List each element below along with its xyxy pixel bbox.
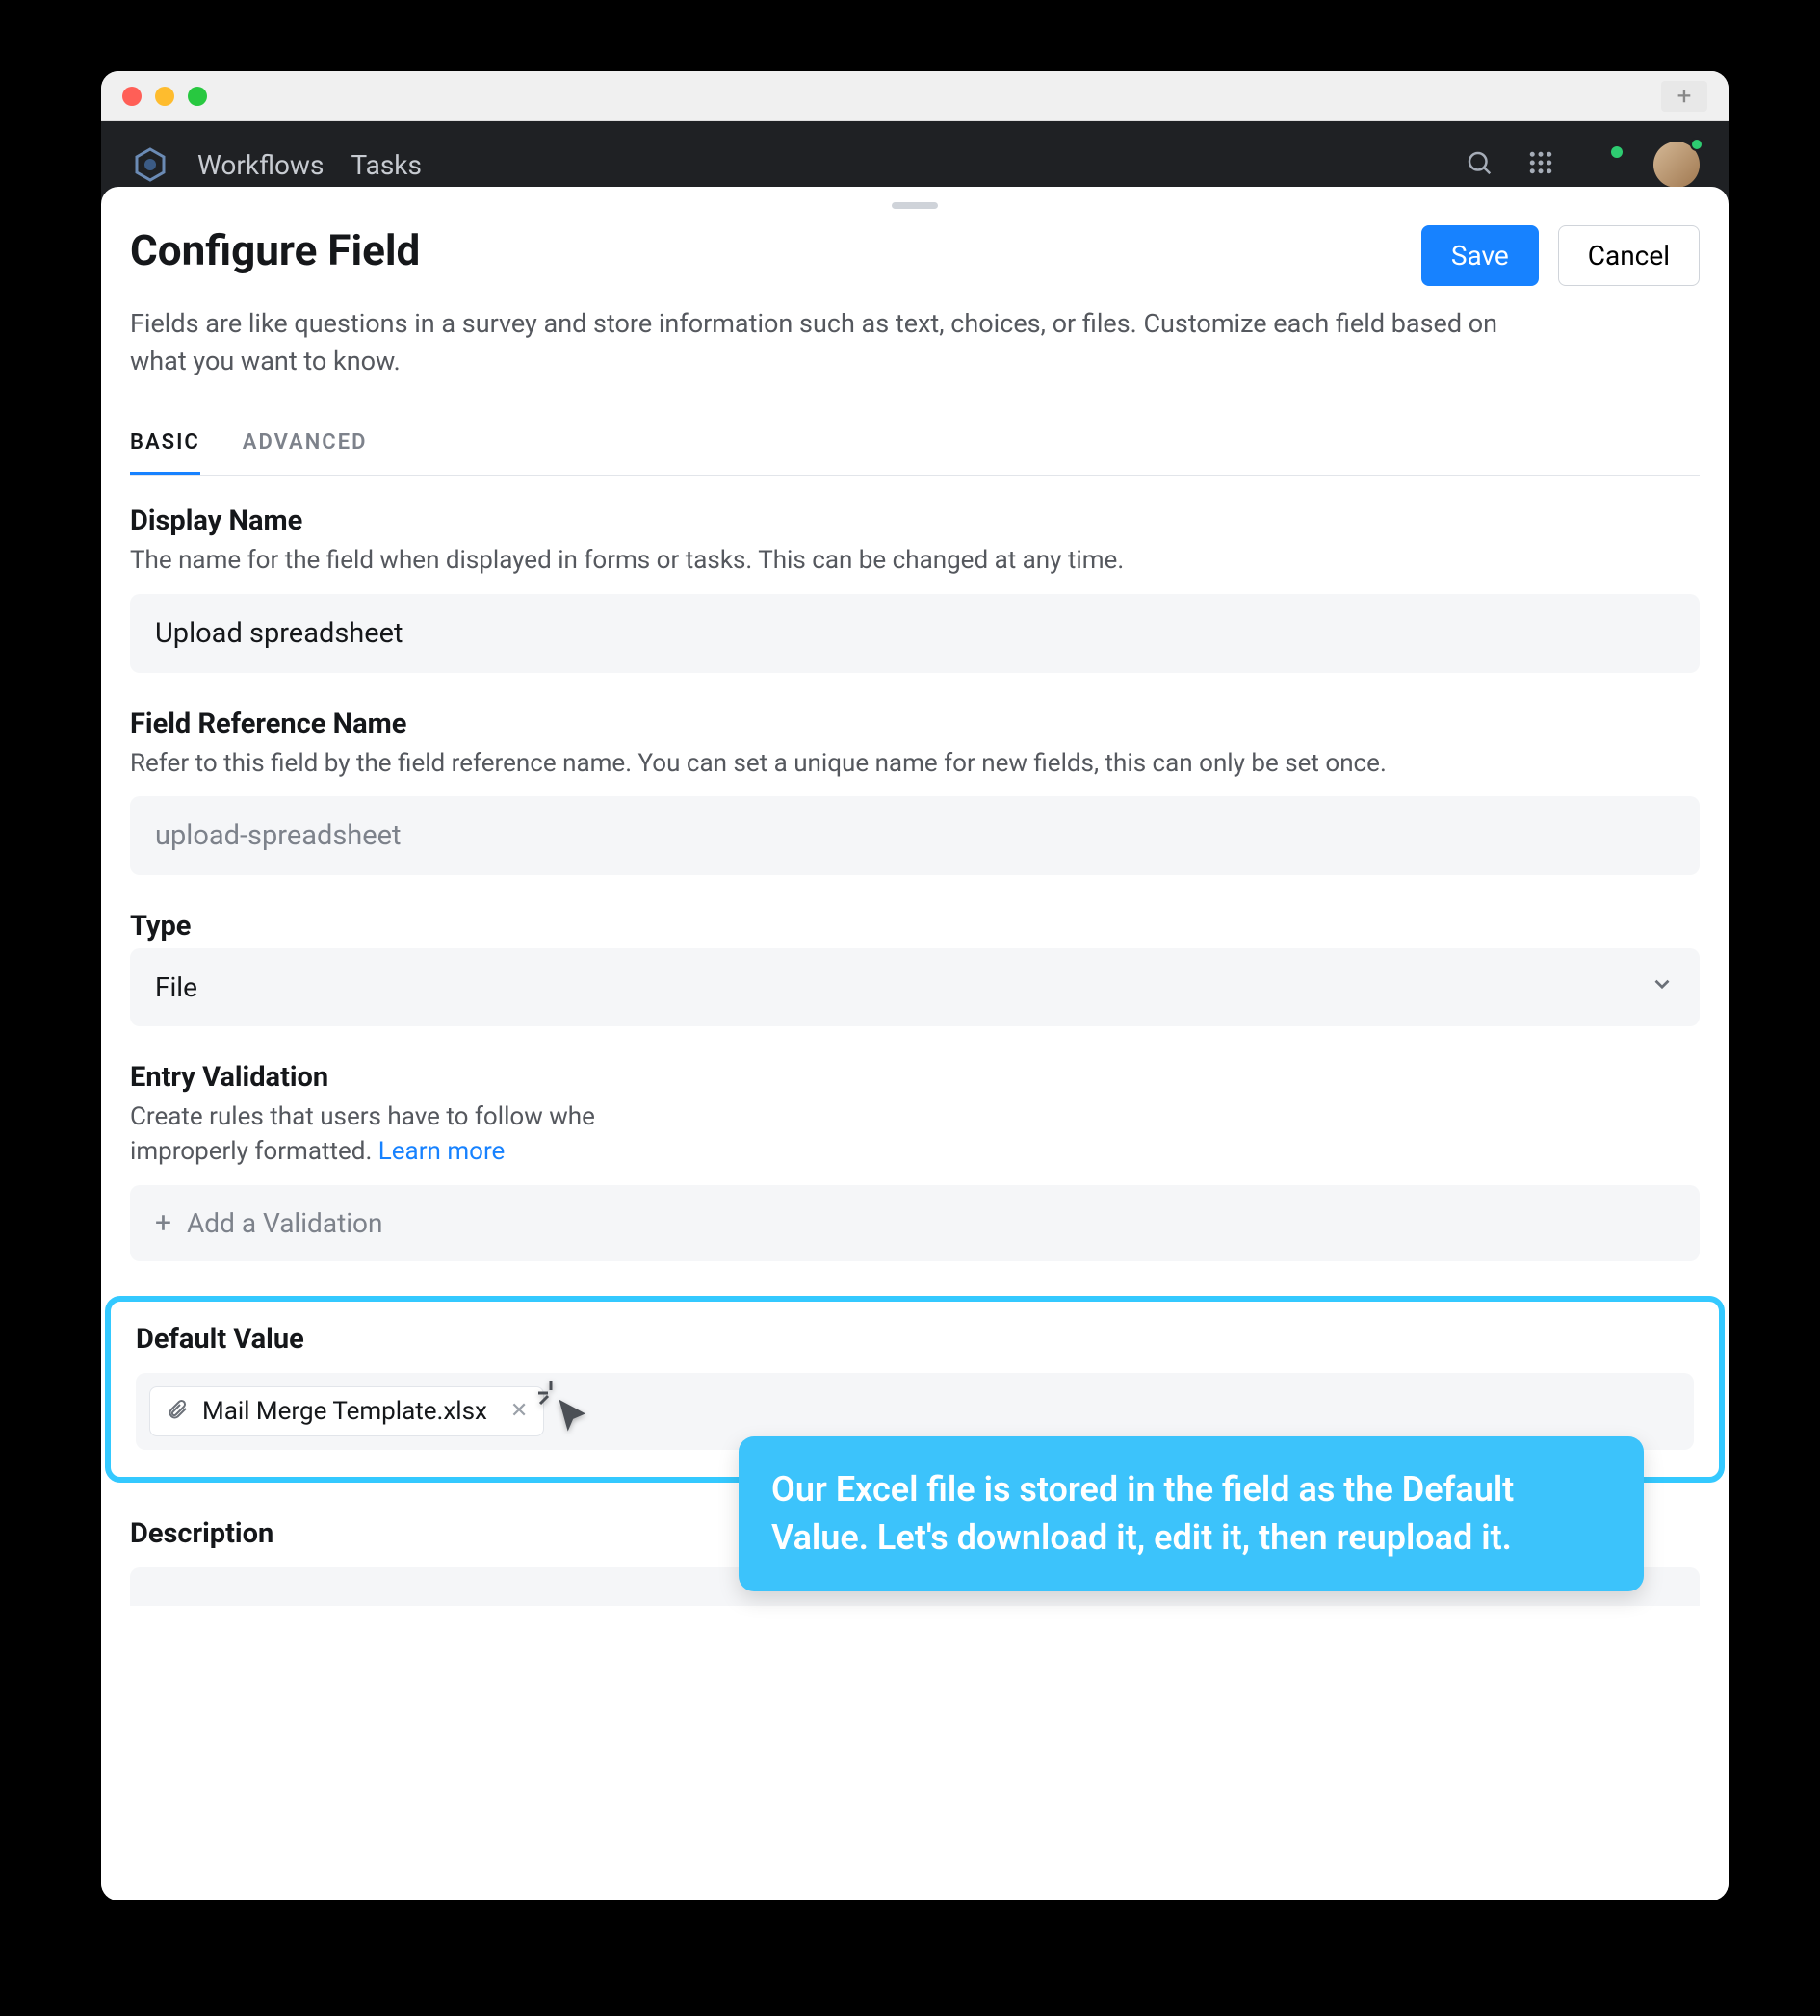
display-name-section: Display Name The name for the field when…: [130, 504, 1700, 672]
modal-actions: Save Cancel: [1421, 225, 1700, 286]
maximize-window-button[interactable]: [188, 87, 207, 106]
ref-name-desc: Refer to this field by the field referen…: [130, 746, 1700, 781]
tabs: BASIC ADVANCED: [130, 413, 1700, 476]
validation-section: Entry Validation Create rules that users…: [130, 1061, 1700, 1261]
remove-file-button[interactable]: ✕: [510, 1399, 528, 1423]
type-label: Type: [130, 910, 1700, 943]
drag-handle[interactable]: [892, 202, 938, 209]
instruction-callout: Our Excel file is stored in the field as…: [739, 1436, 1644, 1591]
display-name-label: Display Name: [130, 504, 1700, 537]
modal-title: Configure Field: [130, 225, 420, 275]
notification-dot-icon: [1611, 146, 1623, 158]
type-value: File: [155, 971, 197, 1003]
type-select[interactable]: File: [130, 948, 1700, 1026]
validation-desc: Create rules that users have to follow w…: [130, 1099, 1700, 1170]
apps-grid-icon[interactable]: [1526, 148, 1555, 181]
ref-name-label: Field Reference Name: [130, 708, 1700, 740]
configure-field-modal: Configure Field Save Cancel Fields are l…: [101, 187, 1729, 1900]
display-name-input[interactable]: [130, 594, 1700, 673]
type-section: Type File: [130, 910, 1700, 1026]
avatar[interactable]: [1653, 142, 1700, 188]
file-chip-name: Mail Merge Template.xlsx: [202, 1397, 487, 1426]
learn-more-link[interactable]: Learn more: [378, 1137, 506, 1166]
modal-header: Configure Field Save Cancel: [130, 225, 1700, 286]
minimize-window-button[interactable]: [155, 87, 174, 106]
ref-name-input: [130, 796, 1700, 875]
cancel-button[interactable]: Cancel: [1558, 225, 1700, 286]
add-validation-button[interactable]: + Add a Validation: [130, 1185, 1700, 1261]
search-icon[interactable]: [1465, 148, 1494, 181]
file-chip[interactable]: Mail Merge Template.xlsx ✕: [149, 1386, 544, 1436]
header-right: [1465, 142, 1700, 188]
chevron-down-icon: [1650, 971, 1675, 1003]
nav-workflows[interactable]: Workflows: [197, 149, 324, 181]
paperclip-icon: [166, 1398, 189, 1425]
display-name-desc: The name for the field when displayed in…: [130, 543, 1700, 578]
notifications-icon[interactable]: [1588, 148, 1621, 181]
validation-label: Entry Validation: [130, 1061, 1700, 1094]
status-dot-icon: [1690, 138, 1703, 151]
modal-subtitle: Fields are like questions in a survey an…: [130, 305, 1507, 380]
add-validation-label: Add a Validation: [187, 1207, 382, 1239]
app-logo-icon[interactable]: [130, 144, 170, 185]
save-button[interactable]: Save: [1421, 225, 1539, 286]
plus-icon: +: [155, 1206, 171, 1240]
app-window: + Workflows Tasks: [101, 71, 1729, 1900]
default-value-label: Default Value: [136, 1323, 1694, 1356]
nav-tasks[interactable]: Tasks: [351, 149, 422, 181]
close-window-button[interactable]: [122, 87, 142, 106]
traffic-lights: [122, 87, 207, 106]
titlebar: +: [101, 71, 1729, 121]
tab-advanced[interactable]: ADVANCED: [243, 413, 368, 475]
new-tab-button[interactable]: +: [1661, 81, 1707, 112]
ref-name-section: Field Reference Name Refer to this field…: [130, 708, 1700, 875]
tab-basic[interactable]: BASIC: [130, 413, 200, 475]
